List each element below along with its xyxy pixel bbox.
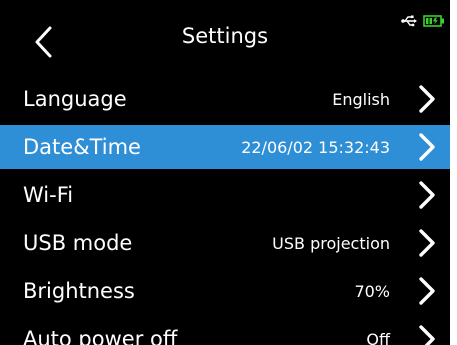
- settings-row-wi-fi[interactable]: Wi-Fi: [0, 173, 450, 217]
- settings-row-label: Auto power off: [23, 327, 178, 345]
- settings-row-value: 22/06/02 15:32:43: [241, 137, 390, 157]
- settings-row-label: Date&Time: [23, 135, 141, 159]
- chevron-right-icon: [419, 277, 435, 305]
- chevron-right-icon: [419, 325, 435, 345]
- chevron-right-icon: [419, 85, 435, 113]
- battery-charging-icon: [423, 15, 444, 27]
- settings-row-value: 70%: [354, 281, 390, 301]
- settings-row-value: Off: [366, 329, 390, 345]
- settings-row-auto-power-off[interactable]: Auto power off Off: [0, 317, 450, 345]
- settings-row-usb-mode[interactable]: USB mode USB projection: [0, 221, 450, 265]
- settings-row-date-and-time[interactable]: Date&Time 22/06/02 15:32:43: [0, 125, 450, 169]
- settings-row-brightness[interactable]: Brightness 70%: [0, 269, 450, 313]
- chevron-right-icon: [419, 133, 435, 161]
- settings-screen: Settings Language English Date&Time 22/06/0…: [0, 0, 450, 345]
- settings-row-value: USB projection: [272, 233, 390, 253]
- usb-icon: [401, 15, 417, 27]
- status-icons: [401, 14, 445, 28]
- settings-row-label: Language: [23, 87, 127, 111]
- settings-row-label: Wi-Fi: [23, 183, 74, 207]
- header-bar: Settings: [0, 0, 450, 75]
- settings-row-label: USB mode: [23, 231, 133, 255]
- settings-row-value: English: [332, 89, 390, 109]
- chevron-right-icon: [419, 229, 435, 257]
- settings-row-language[interactable]: Language English: [0, 77, 450, 121]
- page-title: Settings: [181, 24, 269, 48]
- settings-row-label: Brightness: [23, 279, 135, 303]
- chevron-right-icon: [419, 181, 435, 209]
